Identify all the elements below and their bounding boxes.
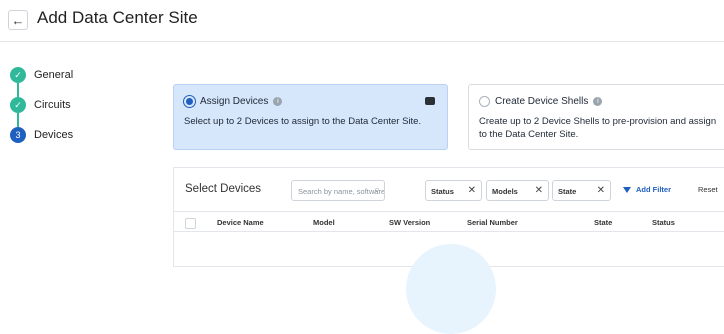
- step-general[interactable]: ✓ General: [10, 60, 130, 90]
- create-device-shells-radio[interactable]: [479, 96, 490, 107]
- empty-state-illustration: [406, 244, 496, 334]
- add-filter-label: Add Filter: [636, 185, 671, 194]
- create-device-shells-option[interactable]: Create Device Shells i Create up to 2 De…: [468, 84, 724, 150]
- info-icon[interactable]: i: [273, 97, 283, 106]
- device-icon: [425, 97, 435, 105]
- reset-button[interactable]: Reset: [698, 185, 718, 194]
- page-header: ← Add Data Center Site: [0, 0, 724, 42]
- search-input[interactable]: Search by name, software ⌕: [291, 180, 385, 201]
- option-title: Assign Devices: [200, 96, 269, 107]
- back-button[interactable]: ←: [8, 10, 28, 30]
- select-devices-panel: Select Devices Search by name, software …: [173, 167, 724, 334]
- step-devices[interactable]: 3 Devices: [10, 120, 130, 150]
- panel-title: Select Devices: [185, 183, 262, 195]
- add-filter-button[interactable]: Add Filter: [623, 185, 671, 194]
- page-title: Add Data Center Site: [37, 8, 198, 27]
- close-icon[interactable]: ✕: [468, 185, 476, 196]
- select-all-checkbox[interactable]: [185, 218, 196, 229]
- option-description: Create up to 2 Device Shells to pre-prov…: [479, 116, 717, 140]
- close-icon[interactable]: ✕: [535, 185, 543, 196]
- table-toolbar: Select Devices Search by name, software …: [174, 168, 724, 212]
- column-header[interactable]: Status: [652, 218, 675, 227]
- info-icon[interactable]: i: [593, 97, 603, 106]
- step-label: General: [34, 69, 74, 81]
- option-title: Create Device Shells: [495, 96, 589, 107]
- wizard-steps: ✓ General ✓ Circuits 3 Devices: [10, 60, 130, 150]
- check-icon: ✓: [10, 67, 26, 83]
- step-label: Circuits: [34, 99, 71, 111]
- column-header[interactable]: State: [594, 218, 612, 227]
- step-number: 3: [10, 127, 26, 143]
- filter-status[interactable]: Status ✕: [425, 180, 482, 201]
- filter-label: Status: [431, 187, 454, 196]
- column-header[interactable]: SW Version: [389, 218, 430, 227]
- back-arrow-icon: ←: [11, 12, 25, 28]
- step-circuits[interactable]: ✓ Circuits: [10, 90, 130, 120]
- column-header[interactable]: Serial Number: [467, 218, 518, 227]
- step-label: Devices: [34, 129, 74, 141]
- filter-label: State: [558, 187, 577, 196]
- filter-state[interactable]: State ✕: [552, 180, 611, 201]
- search-icon: ⌕: [373, 184, 380, 196]
- table-header-row: Device Name Model SW Version Serial Numb…: [174, 212, 724, 232]
- search-placeholder: Search by name, software: [298, 187, 385, 196]
- filter-icon: [623, 186, 631, 193]
- close-icon[interactable]: ✕: [597, 185, 605, 196]
- filter-models[interactable]: Models ✕: [486, 180, 549, 201]
- assign-devices-radio[interactable]: [186, 98, 193, 105]
- assign-devices-option[interactable]: Assign Devices i Select up to 2 Devices …: [173, 84, 448, 150]
- check-icon: ✓: [10, 97, 26, 113]
- column-header[interactable]: Model: [313, 218, 335, 227]
- filter-label: Models: [492, 187, 518, 196]
- column-header[interactable]: Device Name: [217, 218, 264, 227]
- option-description: Select up to 2 Devices to assign to the …: [184, 116, 422, 127]
